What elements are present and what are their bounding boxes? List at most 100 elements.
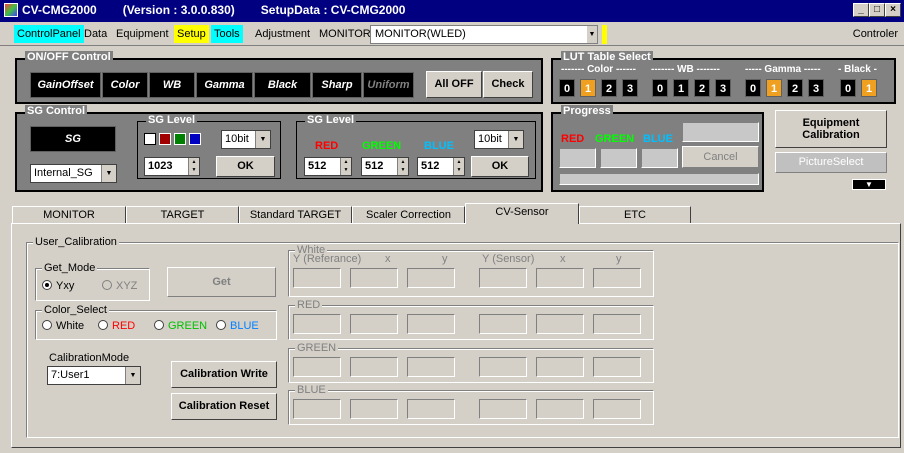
red-ysens-field — [479, 314, 527, 334]
tab-cv-sensor[interactable]: CV-Sensor — [465, 203, 579, 224]
radio-icon — [42, 320, 52, 330]
black-button[interactable]: Black — [254, 72, 311, 98]
rgb-level-ok-button[interactable]: OK — [471, 156, 529, 177]
cancel-button[interactable]: Cancel — [682, 146, 759, 168]
close-button[interactable]: × — [885, 3, 901, 17]
color-select-group: Color_Select White RED GREEN BLUE — [35, 304, 277, 340]
group-title: BLUE — [295, 384, 328, 396]
spin-arrows-icon[interactable]: ▲ ▼ — [340, 158, 351, 175]
red-x-field — [350, 314, 398, 334]
radio-green[interactable]: GREEN — [154, 320, 207, 332]
menu-monitor[interactable]: MONITOR — [316, 25, 374, 43]
lut-gamma-2[interactable]: 2 — [787, 79, 803, 97]
progress-green-field — [600, 148, 637, 168]
lut-black-1[interactable]: 1 — [861, 79, 877, 97]
lut-color-3[interactable]: 3 — [622, 79, 638, 97]
minimize-button[interactable]: _ — [853, 3, 869, 17]
tab-target[interactable]: TARGET — [126, 206, 239, 224]
white-y2-field — [593, 268, 641, 288]
rgb-bit-select[interactable]: 10bit ▼ — [474, 130, 524, 149]
lut-gamma-3[interactable]: 3 — [808, 79, 824, 97]
menu-controlpanel[interactable]: ControlPanel — [14, 25, 84, 43]
tab-monitor[interactable]: MONITOR — [12, 206, 126, 224]
lut-color-0[interactable]: 0 — [559, 79, 575, 97]
lut-wb-0[interactable]: 0 — [652, 79, 668, 97]
calibration-mode-label: CalibrationMode — [49, 352, 130, 364]
chevron-down-icon: ▼ — [101, 165, 116, 182]
level-spinner[interactable]: 1023 ▲ ▼ — [144, 157, 200, 176]
uniform-button[interactable]: Uniform — [363, 72, 414, 98]
progress-status-field — [682, 122, 759, 142]
green-value: 512 — [365, 160, 384, 172]
menu-tools[interactable]: Tools — [211, 25, 243, 43]
menu-data[interactable]: Data — [81, 25, 110, 43]
lut-black-0[interactable]: 0 — [840, 79, 856, 97]
calibration-write-button[interactable]: Calibration Write — [171, 361, 277, 388]
lut-wb-3[interactable]: 3 — [715, 79, 731, 97]
white-x2-field — [536, 268, 584, 288]
tab-standard-target[interactable]: Standard TARGET — [239, 206, 352, 224]
get-button[interactable]: Get — [167, 267, 276, 297]
spin-arrows-icon[interactable]: ▲ ▼ — [188, 158, 199, 175]
sg-level-ok-button[interactable]: OK — [216, 156, 275, 177]
check-button[interactable]: Check — [483, 71, 533, 98]
swatch-red[interactable] — [159, 133, 171, 145]
blue-spinner[interactable]: 512 ▲ ▼ — [417, 157, 465, 176]
white-x-field — [350, 268, 398, 288]
sharp-button[interactable]: Sharp — [312, 72, 362, 98]
radio-xyz[interactable]: XYZ — [102, 280, 137, 292]
wb-button[interactable]: WB — [149, 72, 195, 98]
picture-select-button[interactable]: PictureSelect — [775, 152, 887, 173]
tab-etc[interactable]: ETC — [579, 206, 691, 224]
calibration-reset-button[interactable]: Calibration Reset — [171, 393, 277, 420]
title-bar: CV-CMG2000 (Version : 3.0.0.830) SetupData… — [0, 0, 904, 22]
blue-value: 512 — [421, 160, 440, 172]
expand-toggle[interactable]: ▼ — [852, 179, 886, 190]
col-y-reference: Y (Referance) — [293, 253, 362, 265]
lut-color-1[interactable]: 1 — [580, 79, 596, 97]
green-spinner[interactable]: 512 ▲ ▼ — [361, 157, 409, 176]
radio-yxy[interactable]: Yxy — [42, 280, 74, 292]
menu-adjustment[interactable]: Adjustment — [252, 25, 313, 43]
group-title: GREEN — [295, 342, 339, 354]
get-mode-group: Get_Mode Yxy XYZ — [35, 262, 150, 301]
spin-arrows-icon[interactable]: ▲ ▼ — [453, 158, 464, 175]
lut-gamma-1[interactable]: 1 — [766, 79, 782, 97]
spin-arrows-icon[interactable]: ▲ ▼ — [397, 158, 408, 175]
red-group: RED — [288, 299, 654, 340]
sg-source-value: Internal_SG — [34, 167, 93, 179]
col-x2: x — [560, 253, 566, 265]
swatch-white[interactable] — [144, 133, 156, 145]
bit-select[interactable]: 10bit ▼ — [221, 130, 271, 149]
color-button[interactable]: Color — [102, 72, 148, 98]
menu-controler[interactable]: Controler — [853, 25, 898, 43]
radio-white[interactable]: White — [42, 320, 84, 332]
swatch-green[interactable] — [174, 133, 186, 145]
tab-scaler-correction[interactable]: Scaler Correction — [352, 206, 465, 224]
lut-wb-1[interactable]: 1 — [673, 79, 689, 97]
red-spinner[interactable]: 512 ▲ ▼ — [304, 157, 352, 176]
radio-blue[interactable]: BLUE — [216, 320, 259, 332]
lut-color-2[interactable]: 2 — [601, 79, 617, 97]
menu-equipment[interactable]: Equipment — [113, 25, 172, 43]
swatch-blue[interactable] — [189, 133, 201, 145]
gainoffset-button[interactable]: GainOffset — [30, 72, 101, 98]
progress-blue-label: BLUE — [643, 133, 673, 145]
menu-bar: ControlPanel Data Equipment Setup Tools … — [0, 22, 904, 46]
lut-wb-2[interactable]: 2 — [694, 79, 710, 97]
menu-setup[interactable]: Setup — [174, 25, 209, 43]
maximize-button[interactable]: □ — [869, 3, 885, 17]
red-y2-field — [593, 314, 641, 334]
progress-group: Progress RED GREEN BLUE Cancel — [551, 105, 764, 192]
sg-source-select[interactable]: Internal_SG ▼ — [30, 164, 117, 183]
all-off-button[interactable]: All OFF — [426, 71, 482, 98]
gamma-button[interactable]: Gamma — [196, 72, 253, 98]
radio-red[interactable]: RED — [98, 320, 135, 332]
calibration-mode-select[interactable]: 7:User1 ▼ — [47, 366, 141, 385]
monitor-select[interactable]: MONITOR(WLED) ▼ — [370, 25, 598, 44]
lut-gamma-0[interactable]: 0 — [745, 79, 761, 97]
progress-green-label: GREEN — [595, 133, 635, 145]
green-x2-field — [536, 357, 584, 377]
sg-button[interactable]: SG — [30, 126, 116, 152]
equipment-calibration-button[interactable]: Equipment Calibration — [775, 110, 887, 148]
